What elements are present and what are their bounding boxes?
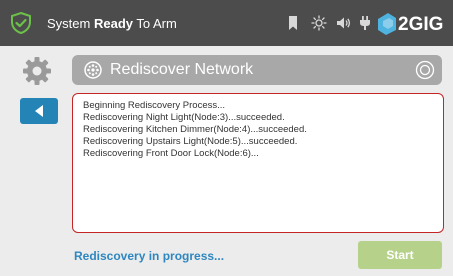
start-button[interactable]: Start: [358, 241, 442, 269]
brand-logo-text: 2GIG: [398, 14, 444, 35]
page-header: Rediscover Network: [72, 55, 442, 85]
log-line: Rediscovering Upstairs Light(Node:5)...s…: [83, 136, 298, 147]
log-line: Rediscovering Night Light(Node:3)...succ…: [83, 112, 285, 123]
bookmark-icon[interactable]: [285, 15, 301, 31]
status-suffix: To Arm: [133, 16, 177, 31]
log-line: Rediscovering Kitchen Dimmer(Node:4)...s…: [83, 124, 307, 135]
speaker-icon[interactable]: [335, 15, 351, 31]
log-line: Rediscovering Front Door Lock(Node:6)...: [83, 148, 259, 159]
status-prefix: System: [47, 16, 94, 31]
back-button[interactable]: [20, 98, 58, 124]
gear-icon[interactable]: [22, 56, 52, 86]
status-bar: System Ready To Arm 2GIG: [0, 0, 453, 46]
rediscovery-log: Beginning Rediscovery Process... Redisco…: [72, 93, 444, 233]
progress-status-text: Rediscovery in progress...: [74, 249, 225, 263]
log-line: Beginning Rediscovery Process...: [83, 100, 226, 111]
shield-check-icon[interactable]: [10, 12, 32, 34]
left-arrow-icon: [35, 105, 43, 117]
system-status-text[interactable]: System Ready To Arm: [47, 16, 177, 31]
status-state: Ready: [93, 16, 133, 31]
sun-icon[interactable]: [311, 15, 327, 31]
plug-icon[interactable]: [357, 15, 373, 31]
radio-icon[interactable]: [415, 60, 435, 80]
page-title: Rediscover Network: [110, 61, 254, 78]
network-icon: [84, 61, 102, 79]
